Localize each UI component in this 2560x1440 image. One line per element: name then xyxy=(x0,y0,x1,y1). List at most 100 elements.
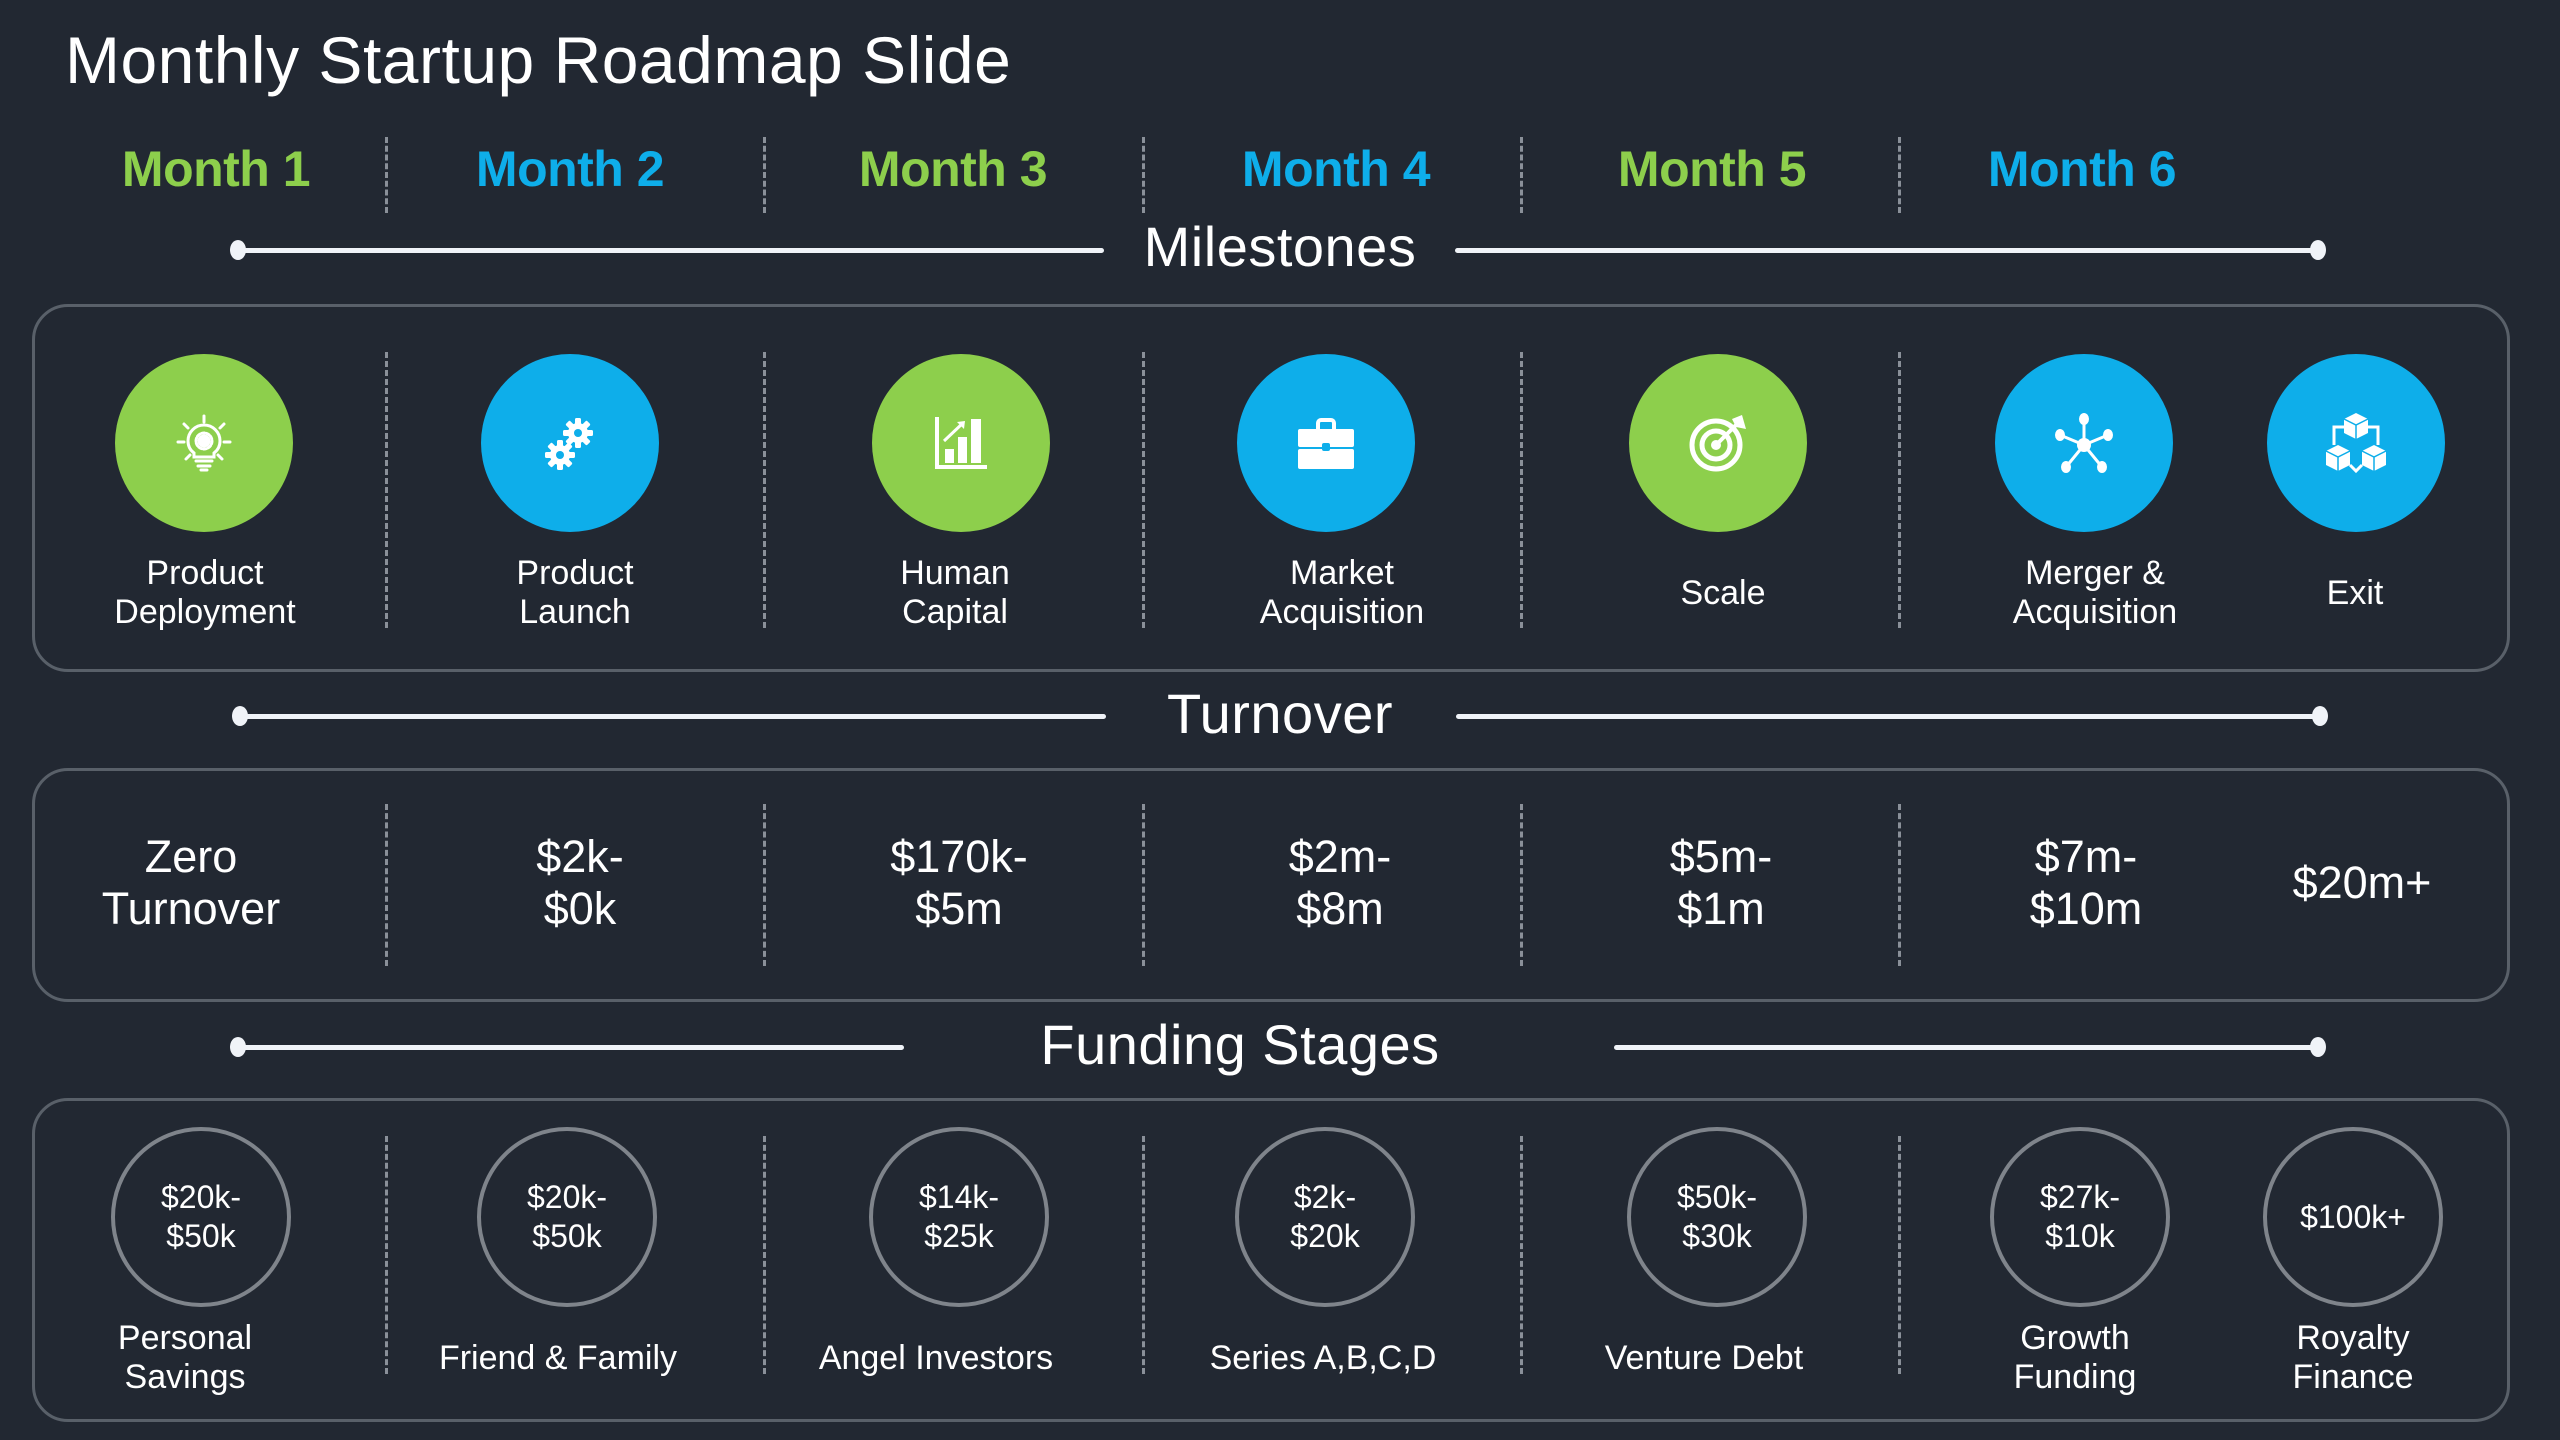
column-divider xyxy=(1142,352,1145,628)
month-divider xyxy=(1898,137,1901,213)
funding-amount-ring: $50k- $30k xyxy=(1627,1127,1807,1307)
turnover-line2: $0k xyxy=(543,883,617,934)
turnover-value: $2m- $8m xyxy=(1160,831,1520,935)
milestone-label: Product Launch xyxy=(395,554,755,632)
funding-label-line1: Friend & Family xyxy=(438,1339,678,1377)
funding-amount-line2: $25k xyxy=(924,1218,994,1254)
milestone-label-line1: Human xyxy=(900,554,1010,592)
milestone-merger-acquisition-badge xyxy=(1995,354,2173,532)
turnover-line1: $2k- xyxy=(536,831,624,882)
turnover-value: $5m- $1m xyxy=(1541,831,1901,935)
milestone-label-line1: Product xyxy=(146,554,264,592)
funding-label-line1: Series A,B,C,D xyxy=(1209,1339,1437,1377)
milestone-label: Product Deployment xyxy=(25,554,385,632)
month-2-label: Month 2 xyxy=(475,141,665,197)
turnover-line1: Zero xyxy=(144,831,238,882)
funding-label-line1: Personal xyxy=(117,1319,253,1357)
funding-label-line1: Angel Investors xyxy=(818,1339,1054,1377)
month-divider xyxy=(385,137,388,213)
funding-amount-line1: $50k- xyxy=(1676,1179,1758,1215)
turnover-value: Zero Turnover xyxy=(11,831,371,935)
milestone-scale-badge xyxy=(1629,354,1807,532)
milestone-label-line1: Market xyxy=(1290,554,1394,592)
turnover-line2: $8m xyxy=(1296,883,1384,934)
milestone-label-line2: Launch xyxy=(519,593,631,631)
column-divider xyxy=(385,804,388,966)
milestone-label-line1: Product xyxy=(516,554,634,592)
funding-stages-heading: Funding Stages xyxy=(1040,1013,1440,1076)
month-1-label: Month 1 xyxy=(121,141,311,197)
turnover-value: $2k- $0k xyxy=(400,831,760,935)
funding-label: Royalty Finance xyxy=(2173,1319,2533,1397)
column-divider xyxy=(763,804,766,966)
turnover-line2: $1m xyxy=(1677,883,1765,934)
milestone-label-line2: Capital xyxy=(902,593,1008,631)
column-divider xyxy=(1142,804,1145,966)
timeline-line-left xyxy=(238,248,1104,253)
funding-amount-ring: $27k- $10k xyxy=(1990,1127,2170,1307)
funding-label-line2: Finance xyxy=(2292,1358,2414,1396)
timeline-line-left xyxy=(240,714,1106,719)
month-divider xyxy=(1142,137,1145,213)
lightbulb-gear-icon xyxy=(176,414,232,472)
funding-amount-line1: $20k- xyxy=(526,1179,608,1215)
column-divider xyxy=(1520,804,1523,966)
milestone-label-line1: Exit xyxy=(2326,574,2384,612)
funding-amount-line1: $2k- xyxy=(1293,1179,1357,1215)
target-icon xyxy=(1689,415,1746,472)
bar-chart-growth-icon xyxy=(935,417,987,469)
network-icon xyxy=(2055,413,2113,473)
timeline-line-right xyxy=(1456,714,2322,719)
funding-amount-ring: $2k- $20k xyxy=(1235,1127,1415,1307)
funding-amount-ring: $14k- $25k xyxy=(869,1127,1049,1307)
month-divider xyxy=(1520,137,1523,213)
milestone-label: Exit xyxy=(2175,574,2535,613)
funding-amount-line2: $10k xyxy=(2045,1218,2115,1254)
funding-label-line1: Venture Debt xyxy=(1604,1339,1804,1377)
funding-amount-line1: $100k+ xyxy=(2300,1198,2406,1235)
funding-label: Angel Investors xyxy=(756,1339,1116,1378)
milestone-exit-badge xyxy=(2267,354,2445,532)
funding-label: Personal Savings xyxy=(5,1319,365,1397)
turnover-line1: $20m+ xyxy=(2292,857,2432,908)
turnover-value: $20m+ xyxy=(2182,857,2542,909)
timeline-end-dot xyxy=(2310,240,2326,260)
timeline-line-right xyxy=(1455,248,2320,253)
turnover-line1: $5m- xyxy=(1669,831,1773,882)
funding-amount-line1: $20k- xyxy=(160,1179,242,1215)
turnover-line2: $5m xyxy=(915,883,1003,934)
milestone-label-line2: Deployment xyxy=(114,593,296,631)
milestone-label-line1: Scale xyxy=(1680,574,1766,612)
funding-amount-ring: $20k- $50k xyxy=(111,1127,291,1307)
blocks-icon xyxy=(2325,413,2387,474)
funding-label-line1: Royalty xyxy=(2296,1319,2410,1357)
funding-amount-line2: $20k xyxy=(1290,1218,1360,1254)
milestone-market-acquisition-badge xyxy=(1237,354,1415,532)
funding-amount-line2: $50k xyxy=(532,1218,602,1254)
timeline-line-right xyxy=(1614,1045,2320,1050)
milestone-label: Human Capital xyxy=(775,554,1135,632)
milestone-product-deployment-badge xyxy=(115,354,293,532)
month-3-label: Month 3 xyxy=(858,141,1048,197)
funding-amount-line1: $27k- xyxy=(2039,1179,2121,1215)
column-divider xyxy=(385,352,388,628)
funding-label: Series A,B,C,D xyxy=(1143,1339,1503,1378)
gears-icon xyxy=(545,418,593,470)
funding-amount-ring: $20k- $50k xyxy=(477,1127,657,1307)
month-5-label: Month 5 xyxy=(1617,141,1807,197)
month-divider xyxy=(763,137,766,213)
funding-label: Venture Debt xyxy=(1524,1339,1884,1378)
turnover-line2: Turnover xyxy=(101,883,281,934)
funding-amount-line2: $50k xyxy=(166,1218,236,1254)
timeline-end-dot xyxy=(2310,1037,2326,1057)
milestones-heading: Milestones xyxy=(1143,215,1417,278)
turnover-value: $170k- $5m xyxy=(779,831,1139,935)
slide-title: Monthly Startup Roadmap Slide xyxy=(65,23,1012,97)
funding-label: Friend & Family xyxy=(378,1339,738,1378)
column-divider xyxy=(763,352,766,628)
funding-amount-line1: $14k- xyxy=(918,1179,1000,1215)
turnover-heading: Turnover xyxy=(1166,682,1393,745)
milestone-label: Market Acquisition xyxy=(1162,554,1522,632)
column-divider xyxy=(1520,1136,1523,1374)
briefcase-icon xyxy=(1298,418,1354,469)
